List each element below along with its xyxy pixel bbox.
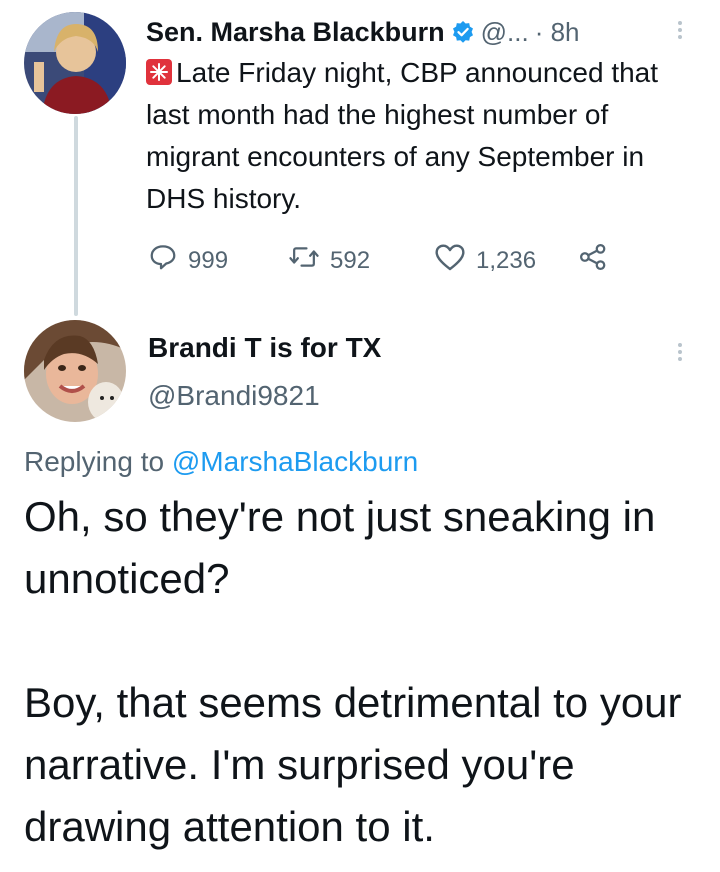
share-button[interactable] bbox=[578, 242, 608, 277]
retweet-icon bbox=[288, 242, 320, 279]
reply-paragraph-2: Boy, that seems detrimental to your narr… bbox=[24, 679, 682, 850]
thread-connector bbox=[74, 116, 78, 316]
avatar-brandi[interactable] bbox=[24, 320, 126, 422]
like-action[interactable]: 1,236 bbox=[434, 242, 536, 279]
reply-paragraph-1: Oh, so they're not just sneaking in unno… bbox=[24, 493, 656, 602]
replying-to-mention[interactable]: @MarshaBlackburn bbox=[172, 446, 418, 477]
avatar-marsha[interactable] bbox=[24, 12, 126, 114]
tweet-text: Late Friday night, CBP announced that la… bbox=[146, 52, 686, 220]
more-vertical-icon-reply[interactable] bbox=[678, 340, 682, 364]
retweet-count: 592 bbox=[330, 246, 371, 274]
author-name[interactable]: Sen. Marsha Blackburn bbox=[146, 17, 445, 48]
police-light-icon bbox=[146, 55, 172, 85]
verified-badge-icon bbox=[451, 20, 475, 44]
author-handle[interactable]: @... bbox=[481, 17, 529, 48]
like-count: 1,236 bbox=[476, 246, 537, 274]
replying-to-line: Replying to @MarshaBlackburn bbox=[24, 446, 418, 478]
reply-author-handle[interactable]: @Brandi9821 bbox=[148, 380, 320, 412]
reply-text: Oh, so they're not just sneaking in unno… bbox=[24, 486, 684, 858]
replying-to-prefix: Replying to bbox=[24, 446, 165, 477]
reply-action[interactable]: 999 bbox=[148, 242, 228, 279]
tweet-time[interactable]: · 8h bbox=[535, 17, 580, 48]
heart-icon bbox=[434, 242, 466, 279]
share-icon bbox=[578, 244, 608, 276]
comment-icon bbox=[148, 242, 178, 279]
retweet-action[interactable]: 592 bbox=[288, 242, 370, 279]
reply-count: 999 bbox=[188, 246, 229, 274]
tweet-body: Late Friday night, CBP announced that la… bbox=[146, 57, 659, 214]
reply-author-name[interactable]: Brandi T is for TX bbox=[148, 332, 381, 364]
tweet-header: Sen. Marsha Blackburn @... · 8h bbox=[146, 14, 580, 50]
more-vertical-icon[interactable] bbox=[678, 18, 682, 42]
